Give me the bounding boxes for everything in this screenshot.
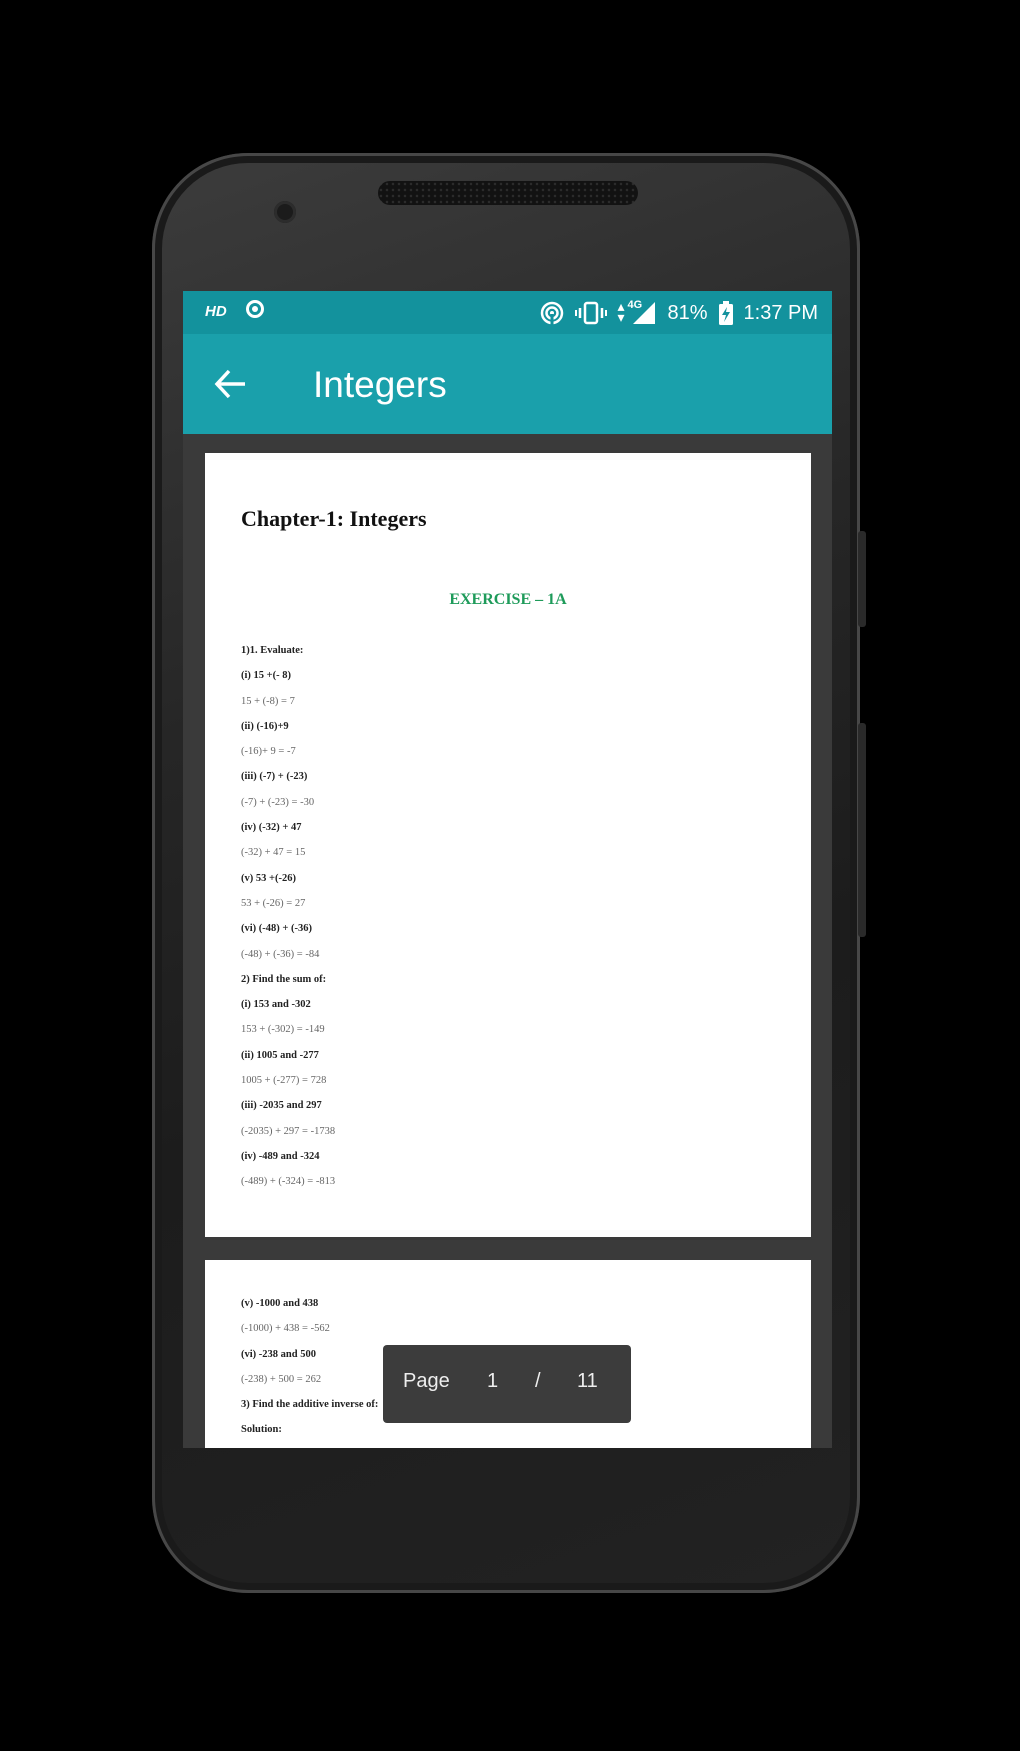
page-label: Page [403,1370,450,1392]
clock: 1:37 PM [743,301,818,324]
question-line: (ii) (-16)+9 [241,720,289,732]
question-line: (ii) 1005 and -277 [241,1049,319,1061]
total-pages: 11 [577,1370,598,1392]
question-line: 1)1. Evaluate: [241,645,304,656]
answer-line: (-489) + (-324) = -813 [241,1176,336,1188]
power-button[interactable] [858,531,866,627]
question-line: (iv) (-32) + 47 [241,822,302,834]
answer-line: (-1000) + 438 = -562 [241,1323,330,1335]
vibrate-icon [575,301,608,325]
top-speaker [378,181,638,205]
page-1-text: 1)1. Evaluate: (i) 15 +(- 8) 15 + (-8) = 7… [241,638,335,1195]
current-page: 1 [487,1370,499,1392]
front-camera [274,201,296,223]
question-line: 2) Find the sum of: [241,973,327,985]
record-icon [246,300,264,318]
chapter-title: Chapter-1: Integers [241,506,427,531]
answer-line: 1005 + (-277) = 728 [241,1075,327,1087]
hotspot-icon [541,301,564,326]
page-2-text: (v) -1000 and 438 (-1000) + 438 = -562 (vi… [241,1291,378,1443]
battery-percent: 81% [667,301,708,324]
answer-line: (-7) + (-23) = -30 [241,796,315,808]
question-line: (i) 15 +(- 8) [241,670,292,682]
app-bar: Integers [183,334,832,434]
page-title: Integers [313,364,447,405]
page-separator: / [535,1370,541,1392]
question-line: Solution: [241,1424,282,1436]
question-line: (vi) (-48) + (-36) [241,923,312,935]
answer-line: 15 + (-8) = 7 [241,695,295,707]
volume-button[interactable] [858,723,866,937]
page-indicator: Page 1 / 11 [383,1345,631,1423]
pdf-page-1[interactable]: Chapter-1: Integers EXERCISE – 1A 1)1. E… [205,453,811,1237]
answer-line: 53 + (-26) = 27 [241,897,306,909]
question-line: (iv) -489 and -324 [241,1150,320,1162]
question-line: (vi) -238 and 500 [241,1348,316,1360]
question-line: 3) Find the additive inverse of: [241,1399,379,1411]
question-line: (i) 153 and -302 [241,999,311,1011]
answer-line: (-16)+ 9 = -7 [241,746,296,758]
answer-line: 153 + (-302) = -149 [241,1024,325,1036]
question-line: (v) -1000 and 438 [241,1298,319,1309]
back-arrow-icon[interactable] [211,364,251,404]
screen: HD ▴ ▾ 4G 81% 1:37 PM Integers Chapter-1… [183,291,832,1448]
question-line: (iii) -2035 and 297 [241,1100,322,1112]
hd-indicator: HD [205,303,227,320]
status-bar: HD ▴ ▾ 4G 81% 1:37 PM [183,291,832,334]
signal-icon: ▴ ▾ 4G [617,298,657,326]
answer-line: (-2035) + 297 = -1738 [241,1125,336,1137]
battery-charging-icon [718,301,733,325]
answer-line: (-32) + 47 = 15 [241,847,306,859]
answer-line: (-238) + 500 = 262 [241,1373,322,1385]
question-line: (iii) (-7) + (-23) [241,771,308,783]
question-line: (v) 53 +(-26) [241,872,296,884]
answer-line: (-48) + (-36) = -84 [241,948,320,960]
exercise-title: EXERCISE – 1A [449,591,567,608]
